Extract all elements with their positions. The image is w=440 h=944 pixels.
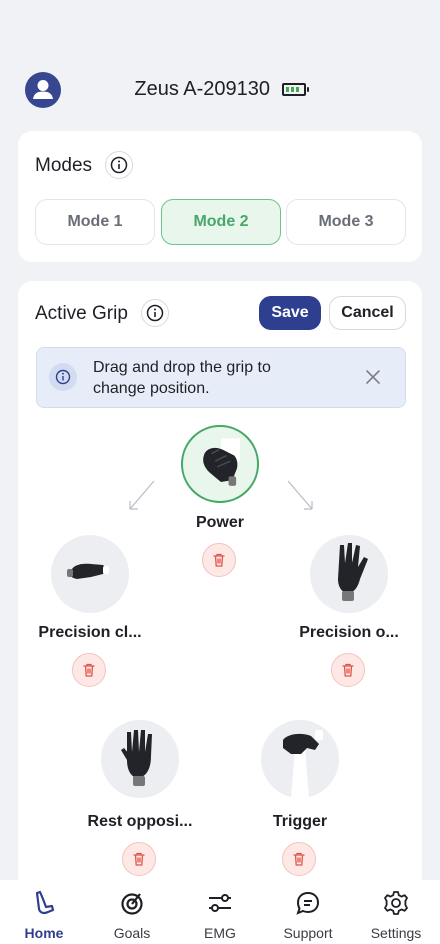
grip-precision-open[interactable]: Precision o... — [269, 535, 422, 687]
modes-card: Modes Mode 1 Mode 2 Mode 3 — [18, 131, 422, 262]
bottom-navigation: Home Goals EMG Support Settings — [0, 880, 440, 944]
precision-closed-grip-icon — [51, 535, 129, 613]
grip-precision-closed[interactable]: Precision cl... — [18, 535, 170, 687]
mode-3-button[interactable]: Mode 3 — [286, 199, 406, 245]
active-grip-card: Active Grip Save Cancel Drag and drop th… — [18, 281, 422, 891]
nav-home-label: Home — [24, 925, 64, 941]
power-grip-icon — [181, 425, 259, 503]
grip-label: Rest opposi... — [87, 813, 193, 830]
drag-hint-text: Drag and drop the grip to change positio… — [93, 359, 271, 397]
rest-opposition-grip-icon — [101, 720, 179, 798]
delete-grip-precision-closed-button[interactable] — [72, 653, 106, 687]
nav-goals-label: Goals — [113, 925, 151, 941]
nav-home[interactable]: Home — [0, 880, 88, 944]
battery-icon — [281, 83, 309, 97]
active-grip-title: Active Grip — [35, 303, 128, 324]
nav-support[interactable]: Support — [264, 880, 352, 944]
precision-open-grip-icon — [310, 535, 388, 613]
nav-settings-label: Settings — [370, 925, 422, 941]
mode-2-button[interactable]: Mode 2 — [161, 199, 281, 245]
drag-hint-banner: Drag and drop the grip to change positio… — [36, 347, 406, 408]
delete-grip-power-button[interactable] — [202, 543, 236, 577]
device-header: Zeus A-209130 — [0, 64, 440, 112]
grip-label: Trigger — [272, 813, 328, 830]
trigger-grip-icon — [261, 720, 339, 798]
goals-icon — [117, 888, 147, 918]
grip-trigger[interactable]: Trigger — [220, 720, 380, 880]
home-icon — [29, 888, 59, 918]
emg-icon — [205, 888, 235, 918]
close-icon[interactable] — [363, 367, 383, 387]
nav-settings[interactable]: Settings — [352, 880, 440, 944]
modes-title: Modes — [35, 155, 93, 176]
settings-icon — [381, 888, 411, 918]
cancel-button[interactable]: Cancel — [329, 296, 406, 330]
grip-label: Precision cl... — [38, 624, 142, 641]
mode-selector: Mode 1 Mode 2 Mode 3 — [35, 199, 406, 245]
delete-grip-precision-open-button[interactable] — [331, 653, 365, 687]
info-icon — [49, 363, 77, 391]
grip-label: Precision o... — [299, 624, 399, 641]
delete-grip-rest-opposition-button[interactable] — [122, 842, 156, 876]
grip-label: Power — [195, 514, 244, 531]
nav-emg[interactable]: EMG — [176, 880, 264, 944]
delete-grip-trigger-button[interactable] — [282, 842, 316, 876]
active-grip-info-icon[interactable] — [141, 299, 169, 327]
nav-goals[interactable]: Goals — [88, 880, 176, 944]
device-name: Zeus A-209130 — [134, 78, 271, 100]
mode-1-button[interactable]: Mode 1 — [35, 199, 155, 245]
nav-support-label: Support — [283, 925, 333, 941]
grip-rest-opposition[interactable]: Rest opposi... — [60, 720, 220, 880]
nav-emg-label: EMG — [204, 925, 236, 941]
save-button[interactable]: Save — [259, 296, 321, 330]
modes-info-icon[interactable] — [105, 151, 133, 179]
device-title: Zeus A-209130 — [0, 78, 440, 101]
support-icon — [293, 888, 323, 918]
